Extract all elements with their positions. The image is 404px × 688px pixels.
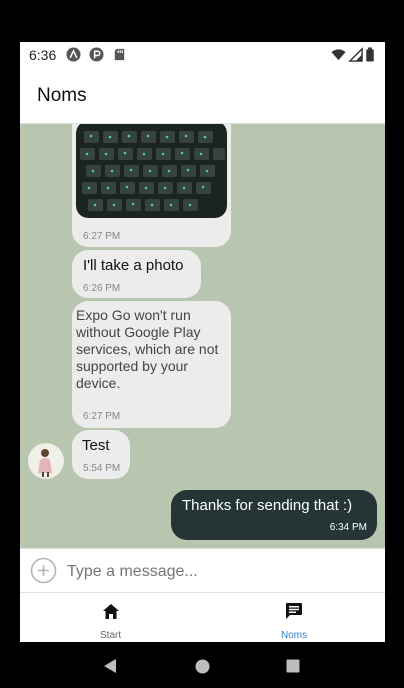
message-timestamp: 5:54 PM — [83, 463, 121, 474]
android-nav-bar — [0, 642, 404, 688]
message-bubble[interactable]: I'll take a photo 6:26 PM — [72, 250, 201, 298]
message-text: I'll take a photo — [83, 257, 184, 274]
home-icon — [103, 604, 119, 619]
status-bar: 6:36 — [20, 42, 385, 67]
expo-icon — [66, 47, 81, 62]
message-bubble[interactable]: Test 5:54 PM — [72, 430, 130, 479]
wifi-icon — [331, 49, 346, 61]
recents-icon[interactable] — [286, 659, 300, 673]
app-bar: Noms — [20, 67, 385, 124]
message-timestamp: 6:27 PM — [83, 411, 121, 422]
battery-icon — [366, 47, 374, 62]
cell-signal-icon — [348, 47, 363, 62]
phone-screen: 6:36 Noms 6:27 PM I'll take a photo 6:26… — [20, 42, 385, 688]
message-composer — [20, 548, 385, 593]
message-timestamp: 6:34 PM — [329, 522, 367, 533]
tab-start[interactable]: Start — [20, 593, 202, 643]
page-title: Noms — [37, 85, 87, 106]
tab-bar: Start Noms — [20, 592, 385, 643]
app-notification-icon — [89, 47, 104, 62]
message-bubble-outgoing[interactable]: Thanks for sending that :) 6:34 PM — [171, 490, 377, 540]
message-bubble-image[interactable]: 6:27 PM — [72, 124, 231, 247]
avatar[interactable] — [28, 443, 64, 479]
status-time: 6:36 — [29, 47, 57, 63]
tab-noms[interactable]: Noms — [203, 593, 385, 643]
add-attachment-icon[interactable] — [30, 557, 57, 584]
sd-card-icon — [114, 48, 125, 61]
message-bubble[interactable]: Expo Go won't run without Google Play se… — [72, 301, 231, 428]
keyboard-photo[interactable] — [76, 124, 227, 218]
tab-label: Start — [100, 630, 122, 641]
chat-area[interactable]: 6:27 PM I'll take a photo 6:26 PM Expo G… — [20, 124, 385, 548]
message-timestamp: 6:27 PM — [83, 231, 121, 242]
home-nav-icon[interactable] — [195, 659, 210, 674]
tab-label: Noms — [281, 630, 308, 641]
chat-icon — [286, 603, 302, 619]
message-text: Thanks for sending that :) — [182, 497, 353, 514]
message-timestamp: 6:26 PM — [83, 283, 121, 294]
back-icon[interactable] — [103, 658, 117, 674]
message-input[interactable] — [65, 557, 369, 586]
message-text: Expo Go won't run without Google Play se… — [76, 307, 219, 391]
message-text: Test — [82, 437, 110, 454]
